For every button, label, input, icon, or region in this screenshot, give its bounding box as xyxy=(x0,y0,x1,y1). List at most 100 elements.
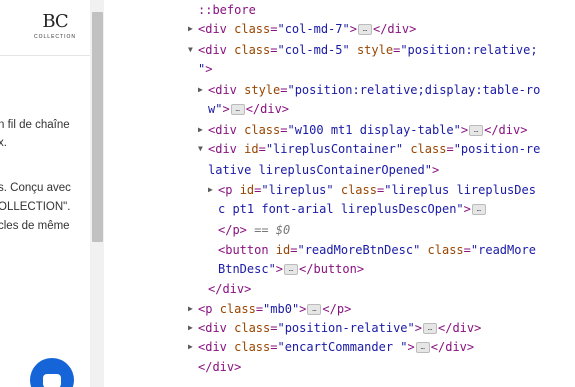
markup-token: <div xyxy=(198,22,235,36)
markup-token: </div> xyxy=(198,360,242,374)
markup-token: id xyxy=(275,243,291,257)
dom-node-line[interactable]: lative lireplusContainerOpened"> xyxy=(104,160,575,180)
dom-node-line[interactable]: ▼ <div id="lireplusContainer" class="posi… xyxy=(104,139,575,159)
dom-node-line[interactable]: w">… </div> xyxy=(104,99,575,119)
markup-token: "mb0" xyxy=(263,302,300,316)
dom-node-markup: <div class="col-md-7">… </div> xyxy=(198,19,416,39)
markup-token: class xyxy=(403,142,447,156)
dom-node-line[interactable]: ::before xyxy=(104,0,575,20)
dom-node-markup: BtnDesc">… </button> xyxy=(218,259,364,279)
markup-token: <div xyxy=(198,340,235,354)
markup-token: "col-md-5" xyxy=(277,43,350,57)
markup-token: = xyxy=(446,142,454,156)
collapsed-content-ellipsis[interactable]: … xyxy=(423,323,437,334)
dom-node-markup: <div style="position:relative;display:ta… xyxy=(208,80,540,100)
elements-dom-tree[interactable]: ::before ▶ <div class="col-md-7">… </div> ▼ <… xyxy=(104,0,575,387)
markup-token: style xyxy=(244,83,281,97)
collapsed-content-ellipsis[interactable]: … xyxy=(307,304,322,315)
markup-token: id xyxy=(244,142,259,156)
dom-node-line[interactable]: BtnDesc">… </button> xyxy=(104,259,575,279)
dom-node-markup: c pt1 font-arial lireplusDescOpen">… xyxy=(218,199,487,219)
dom-node-markup: </p> == $0 xyxy=(218,220,290,240)
markup-token: </div> xyxy=(438,321,482,335)
collapsed-content-ellipsis[interactable]: … xyxy=(230,104,245,115)
dom-node-line[interactable]: ▶ <div class="col-md-7">… </div> xyxy=(104,19,575,39)
markup-token: </p> xyxy=(322,302,352,316)
logo-mark: BC xyxy=(42,11,68,32)
dom-node-line[interactable]: </p> == $0 xyxy=(104,220,575,240)
dom-node-markup: w">… </div> xyxy=(208,99,289,119)
dom-node-markup: <p class="mb0">… </p> xyxy=(198,299,351,319)
markup-token: </button> xyxy=(299,262,365,276)
markup-token: <div xyxy=(208,83,245,97)
collapsed-content-ellipsis[interactable]: … xyxy=(284,264,299,275)
dom-node-markup: <div class="position-relative">… </div> xyxy=(198,318,481,338)
collapse-triangle-icon[interactable]: ▼ xyxy=(188,40,193,60)
markup-token: "position:relative;display:table-ro xyxy=(287,83,541,97)
dom-node-markup: </div> xyxy=(208,279,251,299)
markup-token: "position-relative" xyxy=(277,321,415,335)
markup-token: </div> xyxy=(208,282,252,296)
markup-token: > xyxy=(222,102,230,116)
dom-node-line[interactable]: "> xyxy=(104,59,575,79)
markup-token: </p> xyxy=(218,223,247,237)
markup-token: c pt1 font-arial lireplusDescOpen" xyxy=(218,202,464,216)
markup-token: > xyxy=(275,262,284,276)
dom-node-line[interactable]: ▶ <div class="position-relative">… </div> xyxy=(104,318,575,338)
markup-token: "position-re xyxy=(453,142,541,156)
markup-token: id xyxy=(239,183,255,197)
markup-token: <div xyxy=(198,321,235,335)
dom-node-line[interactable]: ▶ <div class="encartCommander ">… </div> xyxy=(104,337,575,357)
markup-token: style xyxy=(349,43,394,57)
markup-token: = xyxy=(463,243,471,257)
dom-node-markup: "> xyxy=(198,59,212,79)
markup-token: <div xyxy=(208,142,245,156)
expand-triangle-icon[interactable]: ▶ xyxy=(198,80,203,100)
markup-token: > xyxy=(205,62,213,76)
collapsed-content-ellipsis[interactable]: … xyxy=(415,342,430,353)
expand-triangle-icon[interactable]: ▶ xyxy=(188,318,193,338)
expand-triangle-icon[interactable]: ▶ xyxy=(188,337,193,357)
markup-token: class xyxy=(234,43,271,57)
markup-token: class xyxy=(244,123,281,137)
collapsed-content-ellipsis[interactable]: … xyxy=(357,24,372,35)
markup-token: > xyxy=(463,202,471,216)
markup-token: w" xyxy=(208,102,223,116)
collapse-triangle-icon[interactable]: ▼ xyxy=(198,139,203,159)
dom-node-line[interactable]: c pt1 font-arial lireplusDescOpen">… xyxy=(104,199,575,219)
page-scrollbar-thumb[interactable] xyxy=(92,12,103,242)
markup-token: > xyxy=(407,340,415,354)
dom-node-line[interactable]: </div> xyxy=(104,357,575,377)
dom-node-markup: </div> xyxy=(198,357,241,377)
collapsed-content-ellipsis[interactable]: … xyxy=(469,125,484,136)
markup-token: "encartCommander " xyxy=(277,340,408,354)
dom-node-line[interactable]: </div> xyxy=(104,279,575,299)
markup-token: </div> xyxy=(372,22,417,36)
dom-node-line[interactable]: <button id="readMoreBtnDesc" class="read… xyxy=(104,240,575,260)
chat-button[interactable] xyxy=(30,358,74,387)
markup-token: </div> xyxy=(245,102,290,116)
expand-triangle-icon[interactable]: ▶ xyxy=(188,19,193,39)
website-panel: BC COLLECTION n fil de chaîne x. s. Conç… xyxy=(0,0,90,387)
logo-subtitle: COLLECTION xyxy=(34,34,76,40)
markup-token: class xyxy=(234,321,271,335)
markup-token: "lireplusContainer" xyxy=(265,142,404,156)
markup-token: <p xyxy=(198,302,220,316)
description-text-line: cles de même xyxy=(0,220,70,232)
expand-triangle-icon[interactable]: ▶ xyxy=(188,299,193,319)
markup-token: </div> xyxy=(430,340,475,354)
markup-token: ::before xyxy=(198,3,256,17)
collapsed-content-ellipsis[interactable]: … xyxy=(471,204,486,215)
dom-node-markup: <p id="lireplus" class="lireplus lireplu… xyxy=(218,180,536,200)
expand-triangle-icon[interactable]: ▶ xyxy=(208,180,213,200)
dom-node-line[interactable]: ▶ <p class="mb0">… </p> xyxy=(104,299,575,319)
expand-triangle-icon[interactable]: ▶ xyxy=(198,120,203,140)
dom-node-line[interactable]: ▶ <p id="lireplus" class="lireplus lirepl… xyxy=(104,180,575,200)
dom-node-line[interactable]: ▶ <div class="w100 mt1 display-table">… </… xyxy=(104,120,575,140)
markup-token: </div> xyxy=(484,123,528,137)
dom-node-line[interactable]: ▶ <div style="position:relative;display:t… xyxy=(104,80,575,100)
description-text-line: OLLECTION". xyxy=(0,201,71,213)
dom-node-markup: <div class="encartCommander ">… </div> xyxy=(198,337,474,357)
dom-node-line[interactable]: ▼ <div class="col-md-5" style="position:r… xyxy=(104,40,575,60)
brand-logo[interactable]: BC COLLECTION xyxy=(22,11,88,41)
